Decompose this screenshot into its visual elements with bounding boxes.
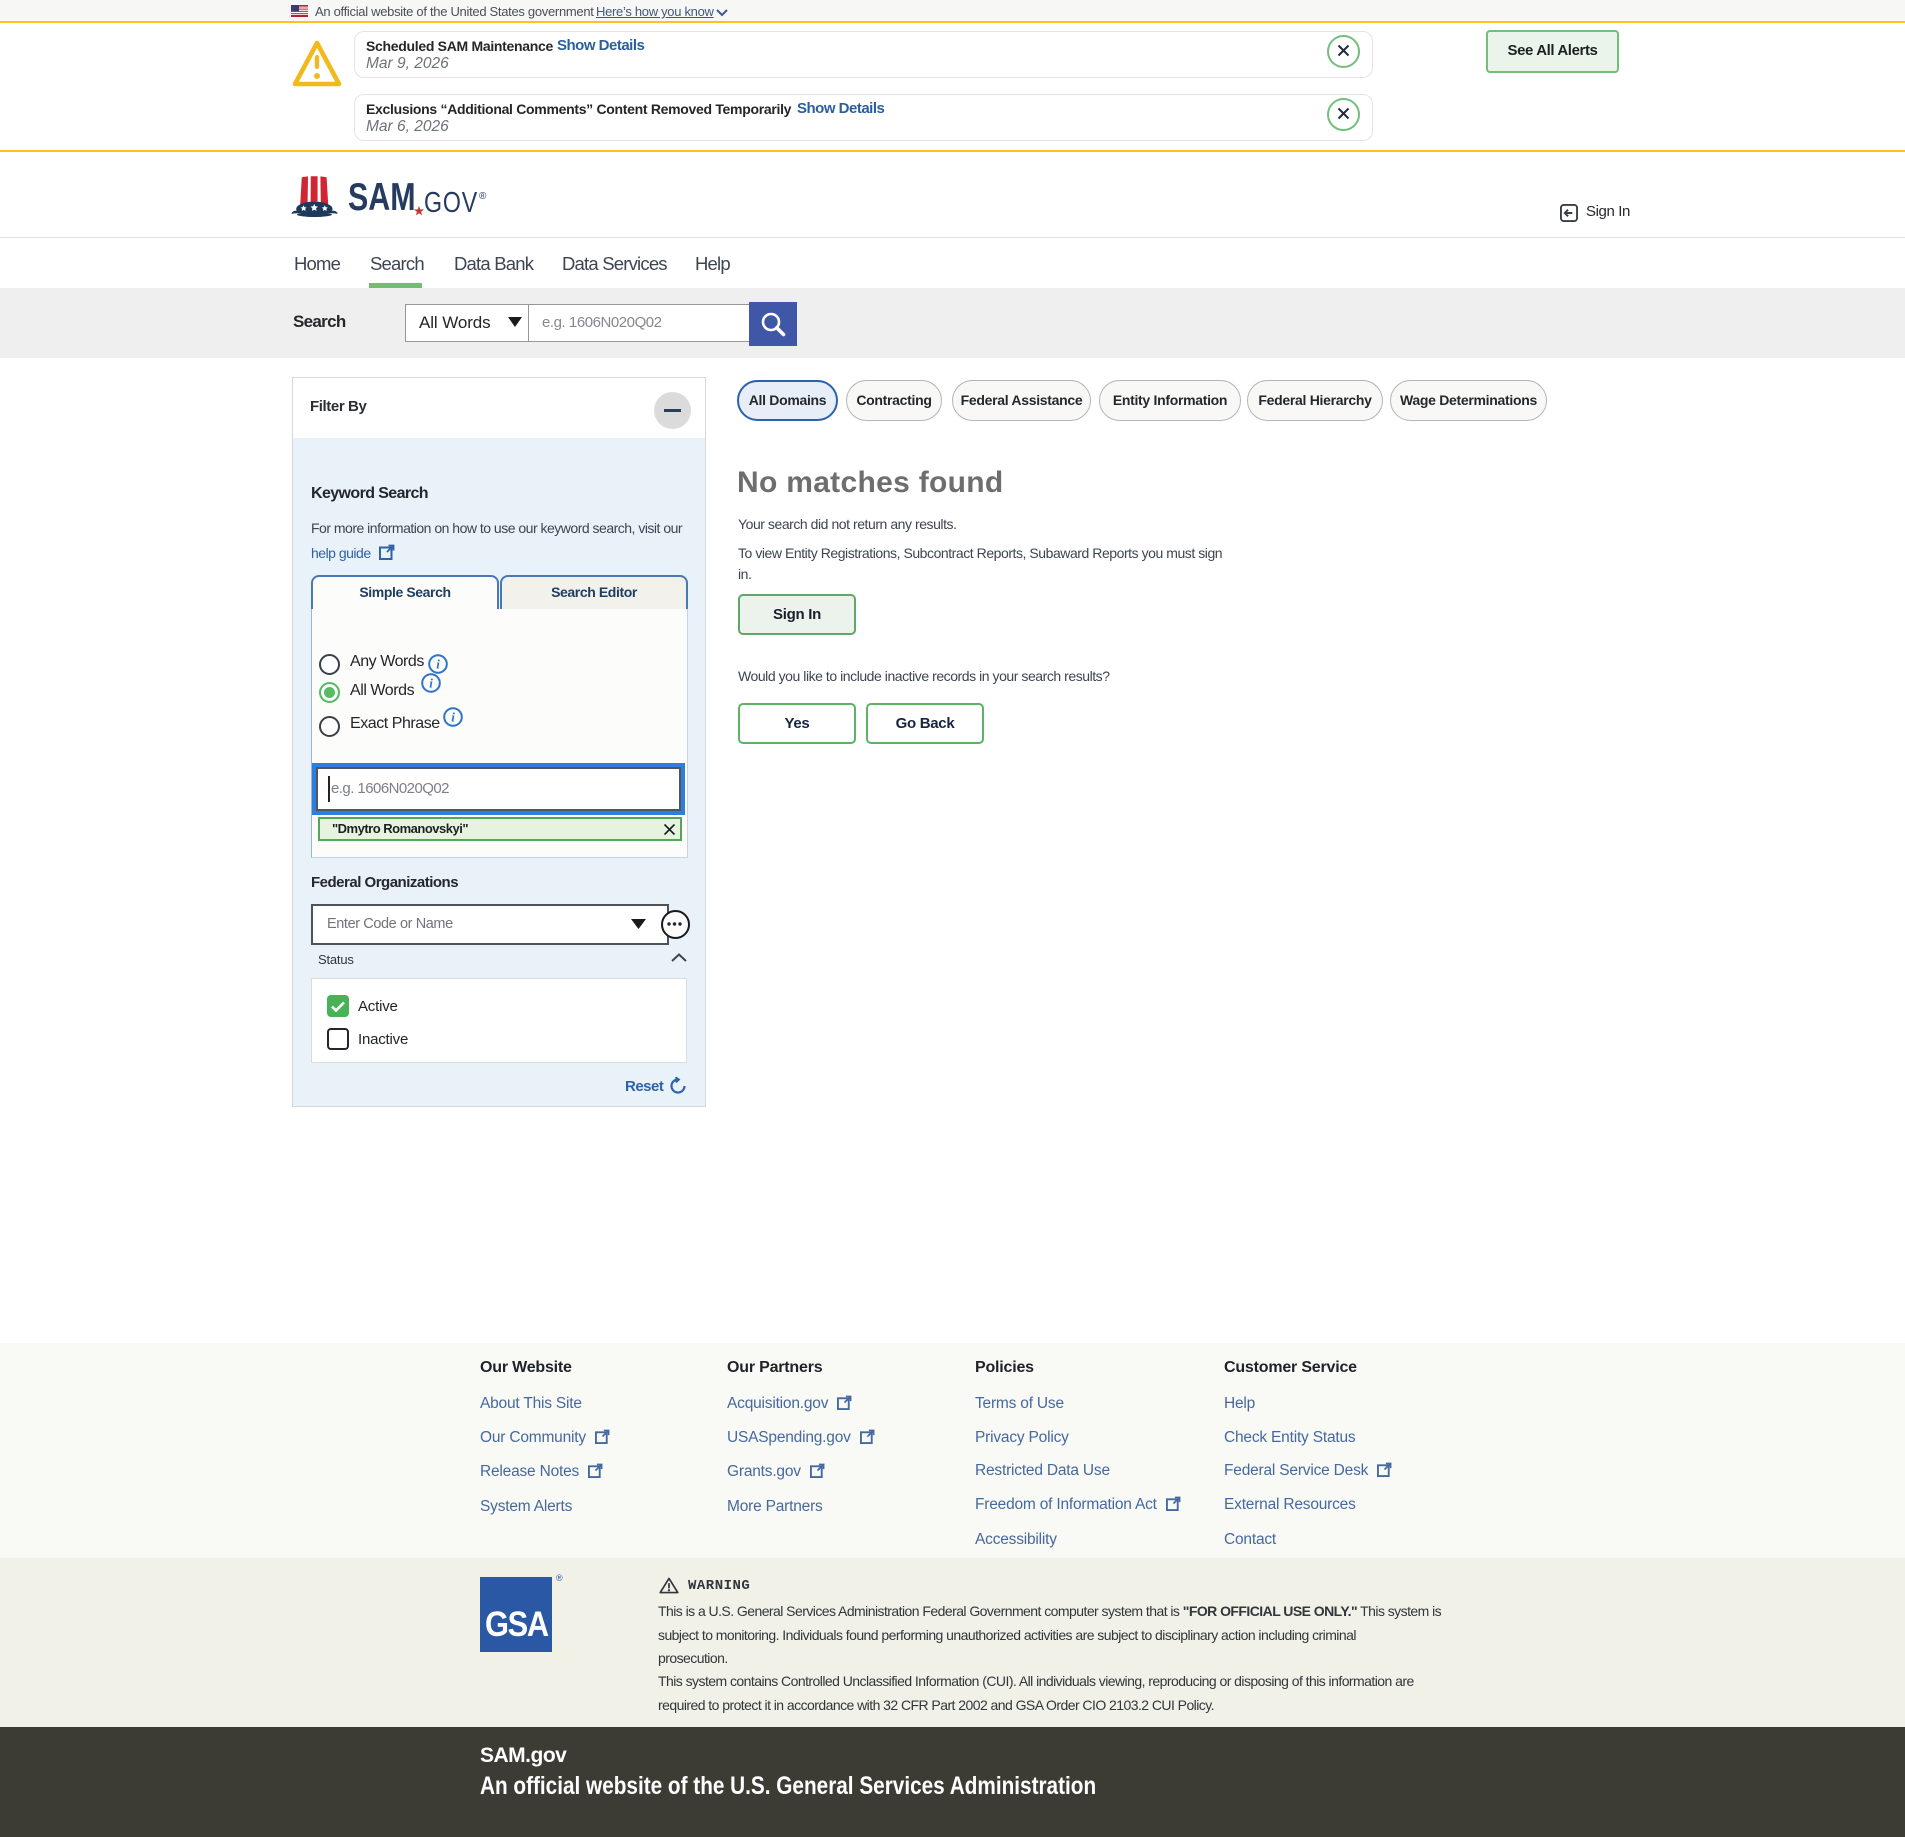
svg-text:i: i [429, 676, 433, 691]
svg-text:i: i [451, 710, 455, 725]
svg-text:i: i [436, 657, 440, 672]
